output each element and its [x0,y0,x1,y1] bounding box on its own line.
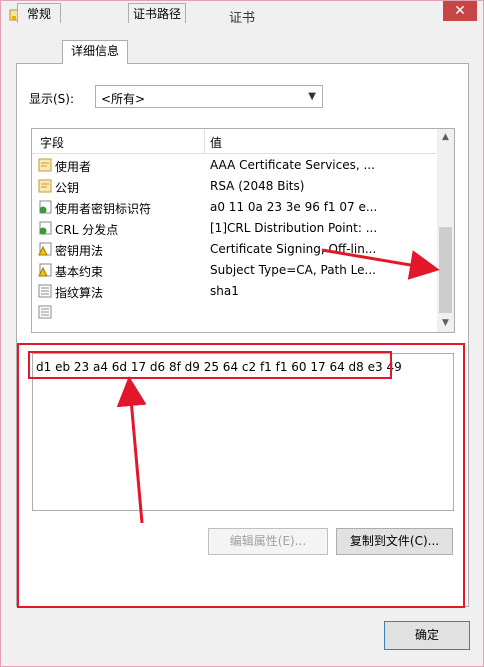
arrow-to-value [116,376,147,524]
arrow-to-scrollbar [321,248,440,280]
tab-details[interactable]: 详细信息 [62,40,128,64]
annotation-arrows [116,248,440,524]
tab-details-label: 详细信息 [70,44,119,58]
